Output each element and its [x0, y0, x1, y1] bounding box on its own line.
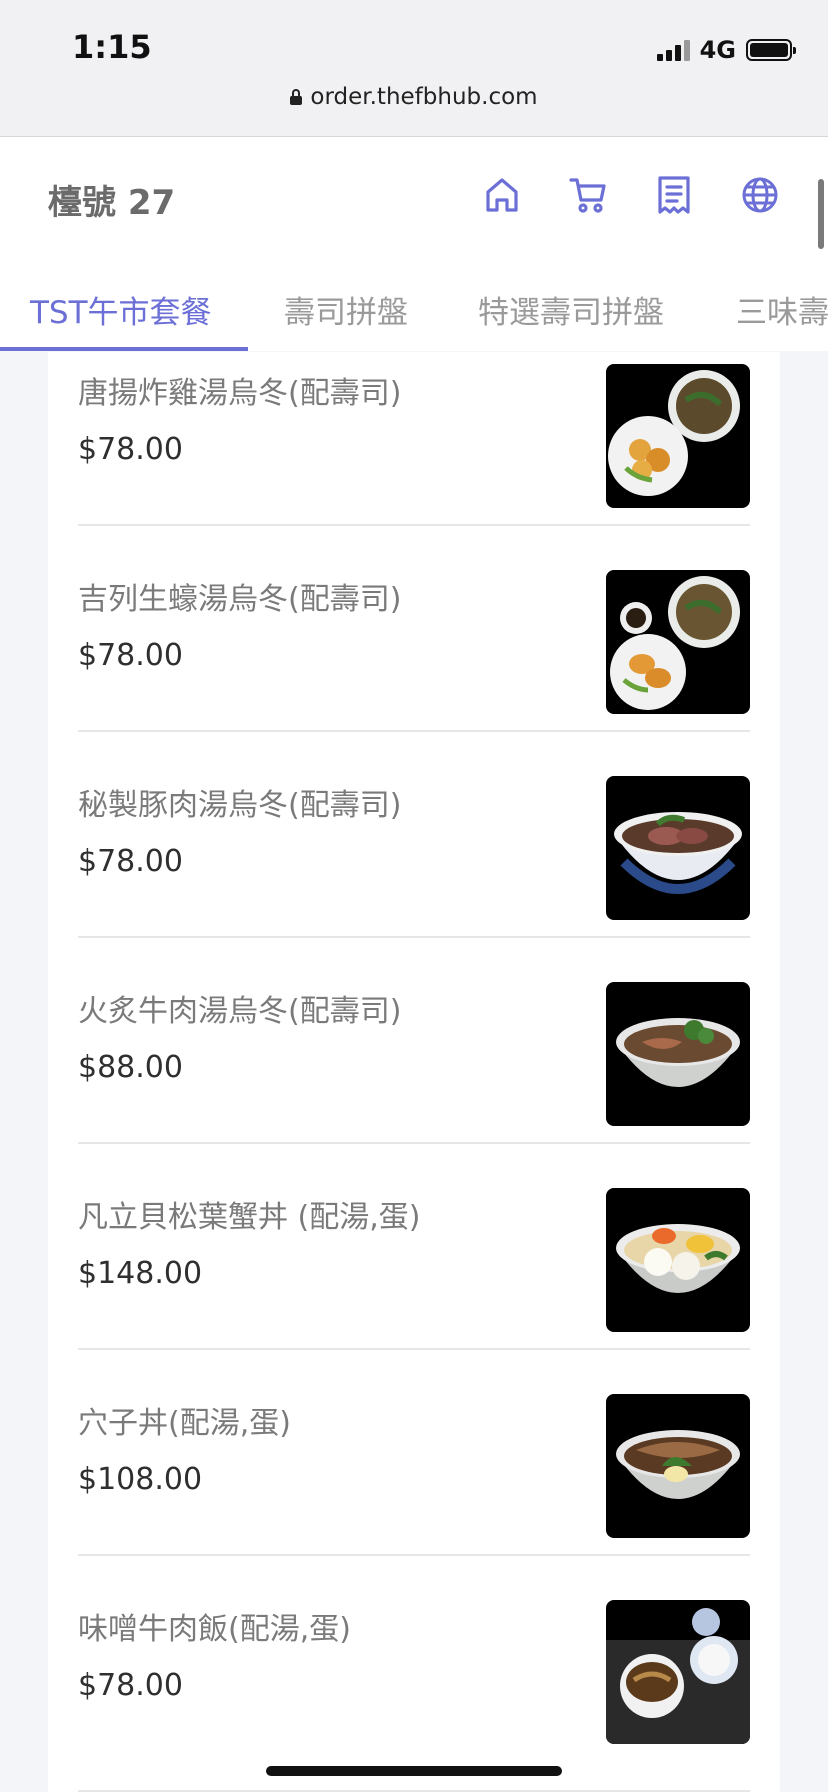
item-photo [606, 1394, 750, 1538]
divider [78, 1348, 750, 1350]
item-photo [606, 776, 750, 920]
menu-list: 唐揚炸雞湯烏冬(配壽司) $78.00 吉列生蠔湯烏冬(配壽司) $78.00 [48, 352, 780, 1792]
menu-item[interactable]: 秘製豚肉湯烏冬(配壽司) $78.00 [78, 764, 750, 970]
url-text: order.thefbhub.com [310, 84, 538, 110]
item-name: 凡立貝松葉蟹丼 (配湯,蛋) [78, 1200, 421, 1235]
item-name: 火炙牛肉湯烏冬(配壽司) [78, 994, 402, 1029]
menu-item[interactable]: 味噌牛肉飯(配湯,蛋) $78.00 [78, 1588, 750, 1792]
signal-icon [656, 39, 690, 61]
cart-icon[interactable] [568, 173, 608, 217]
tab-sushi-platter[interactable]: 壽司拼盤 [284, 287, 408, 332]
divider [78, 1142, 750, 1144]
item-price: $78.00 [78, 638, 183, 673]
status-bar: 1:15 4G order.thefbhub.com [0, 0, 828, 136]
item-price: $88.00 [78, 1050, 183, 1085]
divider [78, 730, 750, 732]
tab-sanmi-sushi[interactable]: 三味壽 [736, 287, 828, 332]
home-icon[interactable] [482, 173, 522, 217]
item-name: 唐揚炸雞湯烏冬(配壽司) [78, 376, 402, 411]
header-actions [482, 173, 780, 217]
item-price: $148.00 [78, 1256, 203, 1291]
item-price: $78.00 [78, 1668, 183, 1703]
item-price: $78.00 [78, 432, 183, 467]
menu-item[interactable]: 吉列生蠔湯烏冬(配壽司) $78.00 [78, 558, 750, 764]
active-tab-indicator [0, 347, 248, 351]
lock-icon [290, 89, 303, 105]
item-price: $78.00 [78, 844, 183, 879]
table-number: 檯號 27 [48, 183, 176, 223]
battery-icon [746, 39, 796, 61]
menu-item[interactable]: 火炙牛肉湯烏冬(配壽司) $88.00 [78, 970, 750, 1176]
item-price: $108.00 [78, 1462, 203, 1497]
menu-item[interactable]: 唐揚炸雞湯烏冬(配壽司) $78.00 [78, 352, 750, 558]
tab-tst-lunch-set[interactable]: TST午市套餐 [30, 287, 212, 332]
url-bar[interactable]: order.thefbhub.com [0, 84, 828, 110]
divider [78, 936, 750, 938]
menu-item[interactable]: 凡立貝松葉蟹丼 (配湯,蛋) $148.00 [78, 1176, 750, 1382]
item-photo [606, 570, 750, 714]
item-photo [606, 364, 750, 508]
receipt-icon[interactable] [654, 173, 694, 217]
item-name: 秘製豚肉湯烏冬(配壽司) [78, 788, 402, 823]
home-indicator[interactable] [266, 1766, 562, 1776]
item-photo [606, 1188, 750, 1332]
menu-item[interactable]: 穴子丼(配湯,蛋) $108.00 [78, 1382, 750, 1588]
globe-icon[interactable] [740, 173, 780, 217]
status-indicators: 4G [656, 36, 796, 64]
app-header: 檯號 27 [0, 136, 828, 262]
category-tabs: TST午市套餐 壽司拼盤 特選壽司拼盤 三味壽 [0, 261, 828, 351]
divider [78, 524, 750, 526]
scroll-indicator[interactable] [818, 179, 824, 249]
item-photo [606, 1600, 750, 1744]
item-name: 味噌牛肉飯(配湯,蛋) [78, 1612, 351, 1647]
item-name: 穴子丼(配湯,蛋) [78, 1406, 291, 1441]
item-name: 吉列生蠔湯烏冬(配壽司) [78, 582, 402, 617]
item-photo [606, 982, 750, 1126]
tab-special-sushi-platter[interactable]: 特選壽司拼盤 [478, 287, 664, 332]
divider [78, 1554, 750, 1556]
status-time: 1:15 [72, 28, 152, 66]
network-type: 4G [699, 36, 736, 64]
